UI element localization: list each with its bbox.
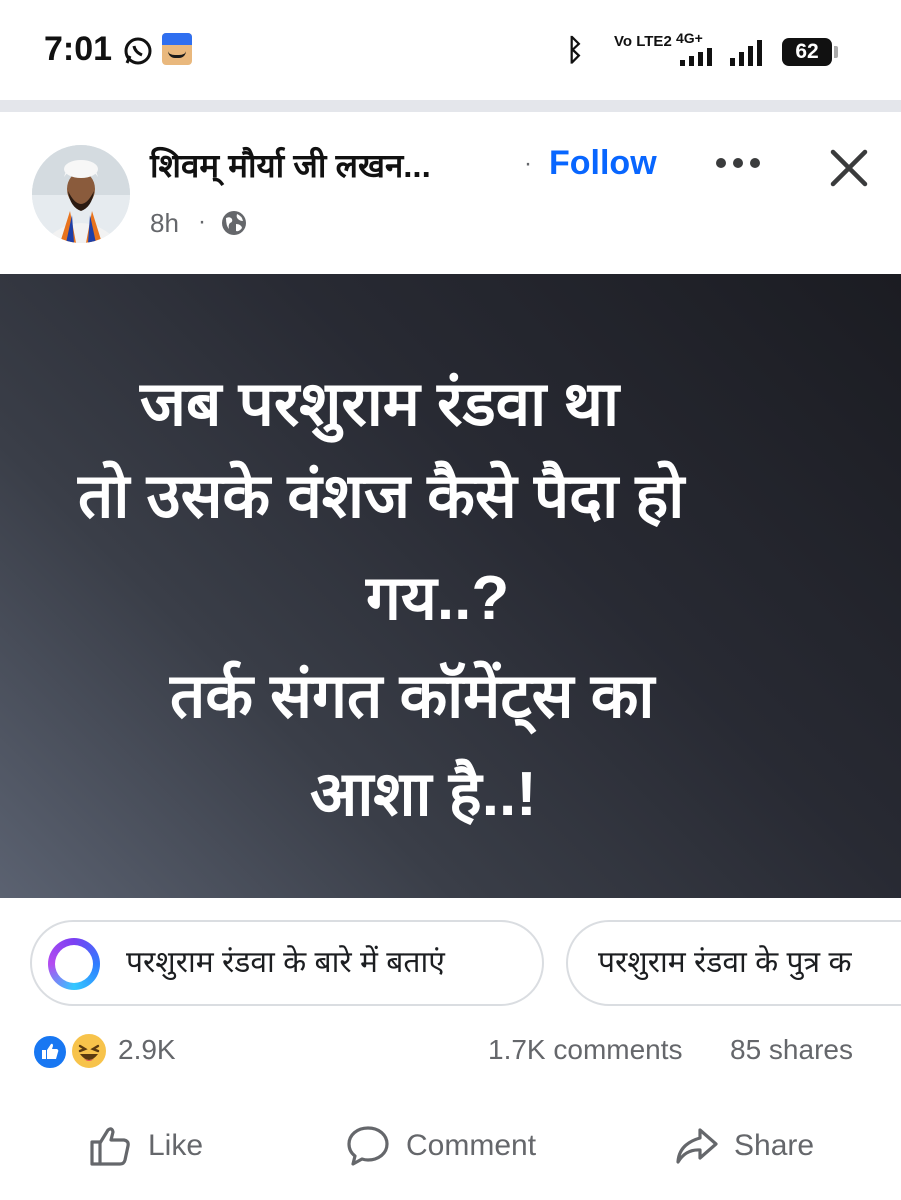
share-button[interactable]: Share [672,1118,814,1174]
author-name[interactable]: शिवम् मौर्या जी लखन... [150,142,431,187]
comment-label: Comment [406,1129,537,1162]
share-label: Share [734,1129,815,1162]
facebook-post-screen: 7:01 ᛒ Vo LTE2 4G+ 62 शिवम् मौर्या जी लख… [0,0,901,1200]
post-actions: Like Comment Share [0,1100,901,1200]
network-type-label: 4G+ [676,30,703,46]
globe-icon [222,211,246,235]
shares-count[interactable]: 85 shares [730,1034,853,1066]
like-button[interactable]: Like [86,1118,203,1174]
ai-suggestion-chip[interactable]: परशुराम रंडवा के पुत्र क [566,920,901,1006]
image-text-line: जब परशुराम रंडवा था [140,370,620,439]
follow-button[interactable]: Follow [549,144,657,183]
status-bar: 7:01 ᛒ Vo LTE2 4G+ 62 [0,0,901,100]
signal-icon [680,48,712,66]
chip-label: परशुराम रंडवा के पुत्र क [598,946,852,979]
section-divider [0,100,901,112]
image-text-line: तर्क संगत कॉमेंट्स का [170,662,655,731]
ai-suggestion-chips: परशुराम रंडवा के बारे में बताएं परशुराम … [0,898,901,1018]
haha-reaction-icon[interactable] [70,1032,108,1070]
avatar-photo [32,145,130,243]
status-time: 7:01 [44,30,113,68]
comment-icon [347,1126,389,1166]
post-header: शिवम् मौर्या जी लखन... · Follow 8h · [0,112,901,274]
meta-ai-icon [48,938,100,990]
share-icon [676,1128,718,1164]
like-reaction-icon[interactable] [32,1034,68,1070]
chip-label: परशुराम रंडवा के बारे में बताएं [126,946,445,979]
battery-icon: 62 [782,38,838,66]
like-label: Like [148,1129,204,1162]
post-time: 8h [150,208,179,238]
bluetooth-icon: ᛒ [566,34,584,67]
like-icon [90,1127,130,1166]
image-text-line: तो उसके वंशज कैसे पैदा हो [78,462,685,531]
post-image[interactable]: जब परशुराम रंडवा था तो उसके वंशज कैसे पै… [0,274,901,898]
comment-button[interactable]: Comment [344,1118,536,1174]
amazon-icon [162,33,192,65]
post-stats: 2.9K 1.7K comments 85 shares [0,1018,901,1082]
whatsapp-icon [124,37,152,65]
meta-separator: · [198,208,206,235]
comments-count[interactable]: 1.7K comments [488,1034,683,1066]
separator-dot: · [524,150,532,177]
image-text-line: गय..? [366,564,510,633]
volte-label: Vo LTE2 [614,33,672,50]
author-avatar[interactable] [32,145,130,243]
signal-icon [730,40,762,66]
more-options-icon[interactable] [716,158,766,172]
post-image-text: जब परशुराम रंडवा था तो उसके वंशज कैसे पै… [0,274,901,898]
image-text-line: आशा है..! [310,760,537,829]
reaction-count[interactable]: 2.9K [118,1034,176,1066]
close-icon[interactable] [825,144,873,192]
ai-suggestion-chip[interactable]: परशुराम रंडवा के बारे में बताएं [30,920,544,1006]
